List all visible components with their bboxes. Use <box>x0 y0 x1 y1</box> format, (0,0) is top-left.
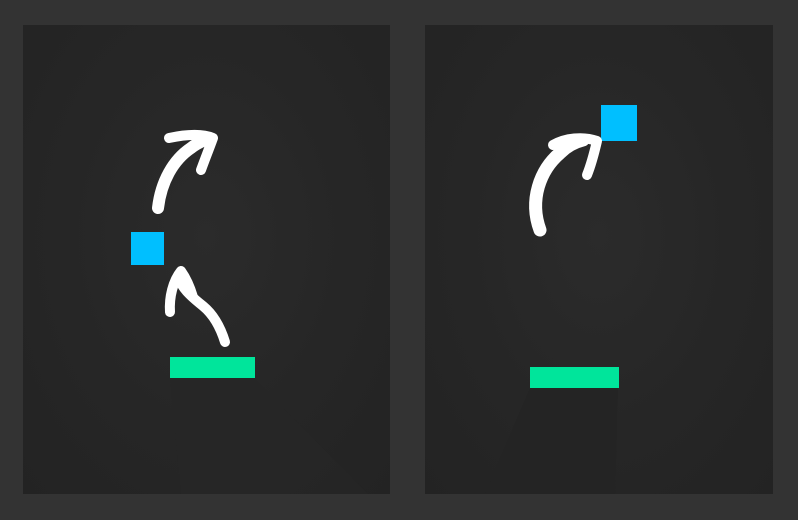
platform-shadow <box>170 377 368 494</box>
platform-shadow <box>485 388 618 494</box>
curved-arrow-launch-icon <box>529 133 602 237</box>
player-square <box>131 232 164 265</box>
game-panel-left <box>23 25 390 494</box>
scene-left <box>131 130 368 494</box>
platform <box>170 357 255 378</box>
platform <box>530 367 619 388</box>
game-panel-right <box>425 25 773 494</box>
game-stage <box>0 0 798 520</box>
scene-right <box>485 105 637 494</box>
player-square <box>601 105 637 141</box>
curved-arrow-up-icon <box>164 266 230 347</box>
curved-arrow-launch-icon <box>152 130 218 214</box>
